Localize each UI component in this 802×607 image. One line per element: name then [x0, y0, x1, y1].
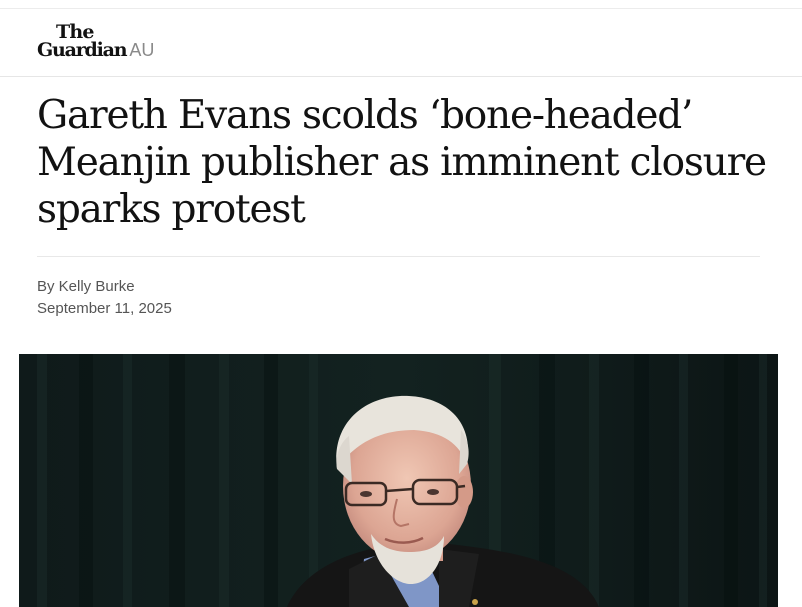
edition-label: AU: [129, 40, 155, 60]
article-headline: Gareth Evans scolds ‘bone-headed’ Meanji…: [37, 93, 767, 232]
article-byline[interactable]: By Kelly Burke: [37, 276, 135, 298]
headline-divider: [37, 256, 760, 257]
masthead: The Guardian AU: [0, 9, 802, 77]
logo-line-guardian: Guardian: [37, 39, 128, 61]
hero-photo-illustration: [19, 354, 778, 607]
guardian-logo[interactable]: The Guardian AU: [37, 23, 155, 61]
top-strip: [0, 0, 802, 9]
article-date: September 11, 2025: [37, 300, 172, 317]
article-hero-image: [19, 354, 778, 607]
logo-wordmark: The Guardian: [37, 23, 128, 61]
